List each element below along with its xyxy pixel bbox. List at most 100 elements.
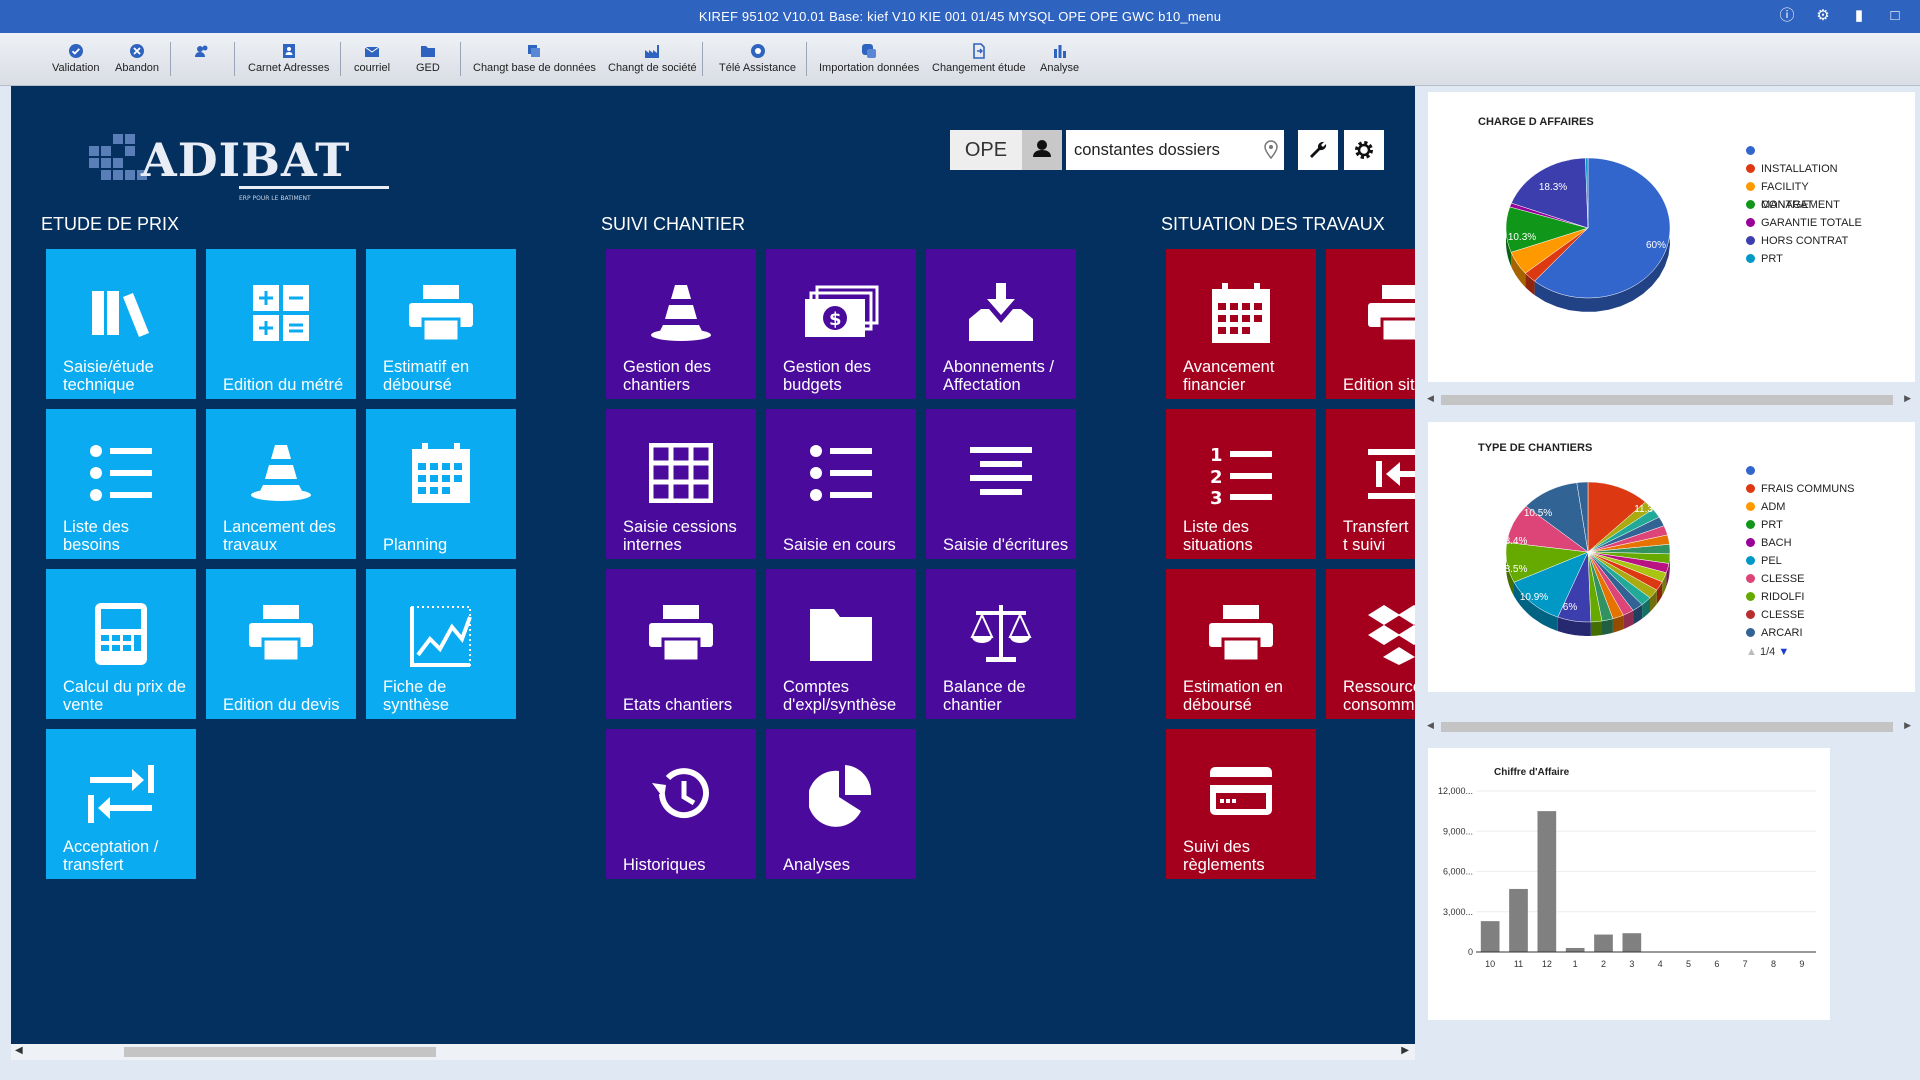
books-icon xyxy=(92,291,149,337)
info-icon[interactable]: ⓘ xyxy=(1778,7,1796,25)
bar[interactable] xyxy=(1594,934,1613,952)
analyse-button[interactable]: Analyse xyxy=(1040,43,1079,74)
bar-chart: 12,000...9,000...6,000...3,000...010 11 12… xyxy=(1438,786,1816,969)
tile-etats-chantiers[interactable]: Etats chantiers xyxy=(606,569,756,719)
settings-button[interactable] xyxy=(1344,130,1384,170)
importation-button[interactable]: Importation données xyxy=(819,43,919,74)
bar[interactable] xyxy=(1480,921,1500,952)
tile-liste-des-situations[interactable]: 123 Liste des situations xyxy=(1166,409,1316,559)
list-icon xyxy=(810,445,872,501)
validation-button[interactable]: Validation xyxy=(52,43,100,74)
legend-swatch xyxy=(1746,466,1755,475)
tile-lancement-des-travaux[interactable]: Lancement des travaux xyxy=(206,409,356,559)
chart-scrollbar[interactable]: ◀ ▶ xyxy=(1425,393,1915,407)
tile-edition-situations[interactable]: Edition sit xyxy=(1326,249,1415,399)
tile-analyses[interactable]: Analyses xyxy=(766,729,916,879)
legend-item[interactable]: ADM xyxy=(1746,498,1886,516)
scrollbar-thumb[interactable] xyxy=(1441,722,1893,732)
tile-comptes-expl-synthese[interactable]: Comptes d'expl/synthèse xyxy=(766,569,916,719)
legend-item[interactable]: PRT xyxy=(1746,250,1886,268)
chart-card-charge-affaires: CHARGE D AFFAIRES 60% 18.3% 10.3% INSTALLA… xyxy=(1428,92,1915,382)
x-tick-label: 1 xyxy=(1573,959,1578,969)
legend-swatch xyxy=(1746,182,1755,191)
tile-calcul-du-prix-de-vente[interactable]: Calcul du prix de vente xyxy=(46,569,196,719)
tile-abonnements-affectation[interactable]: Abonnements / Affectation xyxy=(926,249,1076,399)
legend-item[interactable]: INSTALLATION xyxy=(1746,160,1886,178)
legend-item[interactable]: GARANTIE TOTALE xyxy=(1746,214,1886,232)
location-pin-icon[interactable] xyxy=(1264,140,1278,160)
ope-code-field[interactable]: OPE xyxy=(950,130,1022,170)
bar[interactable] xyxy=(1565,947,1585,952)
tile-saisie-ecritures[interactable]: Saisie d'écritures xyxy=(926,409,1076,559)
tile-edition-du-metre[interactable]: Edition du métré xyxy=(206,249,356,399)
horizontal-scrollbar[interactable]: ◀ ▶ xyxy=(11,1044,1415,1060)
settings-icon[interactable]: ⚙ xyxy=(1814,7,1832,25)
tile-avancement-financier[interactable]: Avancement financier xyxy=(1166,249,1316,399)
bookmark-icon[interactable]: ▮ xyxy=(1850,7,1868,25)
pager-prev-icon[interactable]: ▲ xyxy=(1746,646,1757,658)
legend-item[interactable]: PEL xyxy=(1746,552,1886,570)
chart-scrollbar[interactable]: ◀ ▶ xyxy=(1425,720,1915,734)
tile-transfert-suivi[interactable]: Transfert t suivi xyxy=(1326,409,1415,559)
bar[interactable] xyxy=(1537,811,1557,952)
tile-label: Edition du devis xyxy=(223,696,340,714)
tile-suivi-des-reglements[interactable]: Suivi des règlements xyxy=(1166,729,1316,879)
scroll-left-icon[interactable]: ◀ xyxy=(1427,720,1434,731)
legend-item[interactable]: BACH xyxy=(1746,534,1886,552)
legend-pager[interactable]: ▲ 1/4 ▼ xyxy=(1746,646,1789,658)
users-button[interactable] xyxy=(194,43,210,62)
legend-item[interactable]: PRT xyxy=(1746,516,1886,534)
legend-item[interactable]: FACILITY MANAGEMENT xyxy=(1746,178,1886,211)
legend-item[interactable] xyxy=(1746,462,1886,480)
courriel-button[interactable]: courriel xyxy=(354,43,390,74)
scroll-right-icon[interactable]: ▶ xyxy=(1904,720,1911,731)
legend-item[interactable]: HORS CONTRAT xyxy=(1746,232,1886,250)
tile-ressources-consommees[interactable]: Ressource consomm xyxy=(1326,569,1415,719)
carnet-adresses-button[interactable]: Carnet Adresses xyxy=(248,43,329,74)
abandon-button[interactable]: Abandon xyxy=(115,43,159,74)
search-input[interactable]: constantes dossiers xyxy=(1066,130,1284,170)
pager-next-icon[interactable]: ▼ xyxy=(1778,646,1789,658)
tile-saisie-etude-technique[interactable]: Saisie/étude technique xyxy=(46,249,196,399)
user-button[interactable] xyxy=(1022,130,1062,170)
tile-label: Liste des situations xyxy=(1183,518,1253,554)
svg-text:ERP POUR LE BATIMENT: ERP POUR LE BATIMENT xyxy=(239,195,311,202)
legend-item[interactable]: RIDOLFI xyxy=(1746,588,1886,606)
scroll-left-icon[interactable]: ◀ xyxy=(15,1045,23,1056)
svg-text:3: 3 xyxy=(1210,488,1223,505)
tile-estimatif-en-debourse[interactable]: Estimatif en déboursé xyxy=(366,249,516,399)
ged-button[interactable]: GED xyxy=(416,43,440,74)
legend-item[interactable] xyxy=(1746,142,1886,160)
scrollbar-thumb[interactable] xyxy=(1441,395,1893,405)
changt-base-button[interactable]: Changt base de données xyxy=(473,43,596,74)
tile-liste-des-besoins[interactable]: Liste des besoins xyxy=(46,409,196,559)
legend-item[interactable]: ARCARI xyxy=(1746,624,1886,642)
tile-planning[interactable]: Planning xyxy=(366,409,516,559)
tile-balance-de-chantier[interactable]: Balance de chantier xyxy=(926,569,1076,719)
tile-gestion-des-budgets[interactable]: $ Gestion des budgets xyxy=(766,249,916,399)
bar[interactable] xyxy=(1509,888,1528,952)
changement-etude-button[interactable]: Changement étude xyxy=(932,43,1026,74)
tile-gestion-des-chantiers[interactable]: Gestion des chantiers xyxy=(606,249,756,399)
legend-item[interactable]: CLESSE xyxy=(1746,606,1886,624)
chart-card-type-chantiers: TYPE DE CHANTIERS 11.3% 10.5% 8.4% 8.5% 10.9… xyxy=(1428,422,1915,692)
tile-saisie-cessions-internes[interactable]: Saisie cessions internes xyxy=(606,409,756,559)
tile-saisie-en-cours[interactable]: Saisie en cours xyxy=(766,409,916,559)
window-icon[interactable]: □ xyxy=(1886,7,1904,25)
legend-item[interactable]: CLESSE xyxy=(1746,570,1886,588)
tele-assistance-button[interactable]: Télé Assistance xyxy=(719,43,796,74)
tile-fiche-de-synthese[interactable]: Fiche de synthèse xyxy=(366,569,516,719)
scroll-right-icon[interactable]: ▶ xyxy=(1401,1045,1409,1056)
chart-title: CHARGE D AFFAIRES xyxy=(1478,116,1594,128)
legend-item[interactable]: FRAIS COMMUNS xyxy=(1746,480,1886,498)
tile-estimation-en-debourse[interactable]: Estimation en déboursé xyxy=(1166,569,1316,719)
changt-societe-button[interactable]: Changt de société xyxy=(608,43,697,74)
bar[interactable] xyxy=(1622,933,1642,952)
tile-acceptation-transfert[interactable]: Acceptation / transfert xyxy=(46,729,196,879)
scrollbar-thumb[interactable] xyxy=(124,1047,436,1057)
tile-historiques[interactable]: Historiques xyxy=(606,729,756,879)
wrench-button[interactable] xyxy=(1298,130,1338,170)
scroll-right-icon[interactable]: ▶ xyxy=(1904,393,1911,404)
scroll-left-icon[interactable]: ◀ xyxy=(1427,393,1434,404)
tile-edition-du-devis[interactable]: Edition du devis xyxy=(206,569,356,719)
